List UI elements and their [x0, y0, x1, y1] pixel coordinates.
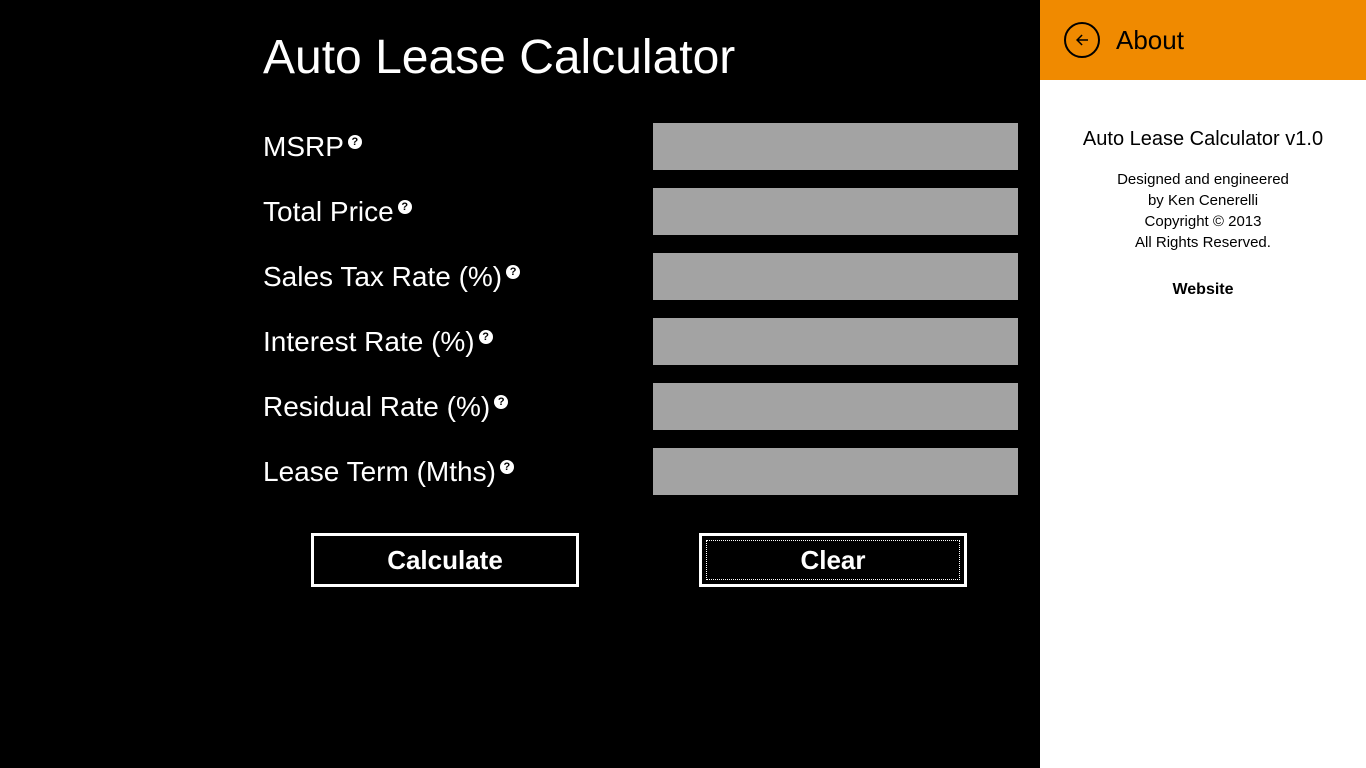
arrow-left-icon: [1073, 31, 1091, 49]
row-residual-rate: Residual Rate (%) ?: [263, 383, 1040, 430]
row-interest-rate: Interest Rate (%) ?: [263, 318, 1040, 365]
label-residual-rate: Residual Rate (%): [263, 391, 490, 423]
row-msrp: MSRP ?: [263, 123, 1040, 170]
clear-button[interactable]: Clear: [699, 533, 967, 587]
input-residual-rate[interactable]: [653, 383, 1018, 430]
about-line-3: Copyright © 2013: [1040, 211, 1366, 232]
form-rows: MSRP ? Total Price ? Sales Tax Rate (%) …: [263, 123, 1040, 587]
label-wrap-total-price: Total Price ?: [263, 196, 653, 228]
row-sales-tax: Sales Tax Rate (%) ?: [263, 253, 1040, 300]
label-wrap-msrp: MSRP ?: [263, 131, 653, 163]
help-icon[interactable]: ?: [506, 265, 520, 279]
label-wrap-residual-rate: Residual Rate (%) ?: [263, 391, 653, 423]
button-row: Calculate Clear: [263, 533, 1040, 587]
about-line-4: All Rights Reserved.: [1040, 232, 1366, 253]
main-content: Auto Lease Calculator MSRP ? Total Price…: [0, 0, 1040, 768]
help-icon[interactable]: ?: [348, 135, 362, 149]
page-title: Auto Lease Calculator: [263, 30, 1040, 85]
about-panel: About Auto Lease Calculator v1.0 Designe…: [1040, 0, 1366, 768]
row-total-price: Total Price ?: [263, 188, 1040, 235]
row-lease-term: Lease Term (Mths) ?: [263, 448, 1040, 495]
label-lease-term: Lease Term (Mths): [263, 456, 496, 488]
help-icon[interactable]: ?: [479, 330, 493, 344]
label-wrap-sales-tax: Sales Tax Rate (%) ?: [263, 261, 653, 293]
website-link[interactable]: Website: [1040, 281, 1366, 299]
input-lease-term[interactable]: [653, 448, 1018, 495]
label-msrp: MSRP: [263, 131, 344, 163]
about-line-2: by Ken Cenerelli: [1040, 190, 1366, 211]
about-line-1: Designed and engineered: [1040, 169, 1366, 190]
help-icon[interactable]: ?: [398, 200, 412, 214]
label-sales-tax: Sales Tax Rate (%): [263, 261, 502, 293]
about-version: Auto Lease Calculator v1.0: [1040, 128, 1366, 151]
about-header: About: [1040, 0, 1366, 80]
back-button[interactable]: [1064, 22, 1100, 58]
input-interest-rate[interactable]: [653, 318, 1018, 365]
help-icon[interactable]: ?: [494, 395, 508, 409]
about-title: About: [1116, 25, 1184, 56]
about-body: Auto Lease Calculator v1.0 Designed and …: [1040, 80, 1366, 299]
label-wrap-interest-rate: Interest Rate (%) ?: [263, 326, 653, 358]
input-msrp[interactable]: [653, 123, 1018, 170]
help-icon[interactable]: ?: [500, 460, 514, 474]
input-sales-tax[interactable]: [653, 253, 1018, 300]
label-wrap-lease-term: Lease Term (Mths) ?: [263, 456, 653, 488]
label-total-price: Total Price: [263, 196, 394, 228]
calculate-button[interactable]: Calculate: [311, 533, 579, 587]
label-interest-rate: Interest Rate (%): [263, 326, 475, 358]
input-total-price[interactable]: [653, 188, 1018, 235]
